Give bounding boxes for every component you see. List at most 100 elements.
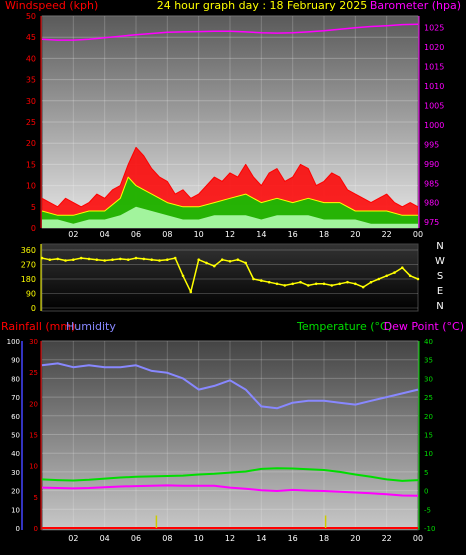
temp-tick-label: -10 [424, 525, 435, 533]
wind-direction-point [408, 274, 412, 278]
wind-x-tick-label: 16 [288, 230, 298, 239]
windspeed-axis-label: Windspeed (kph) [5, 0, 98, 12]
wind-direction-point [236, 258, 240, 262]
wind-direction-point [252, 277, 255, 281]
temp-tick-label: 10 [424, 450, 433, 458]
wind-tick-label: 50 [26, 12, 36, 21]
direction-tick-label: 270 [21, 261, 36, 270]
rain-tick-label: 15 [29, 432, 38, 440]
wind-tick-label: 35 [26, 76, 36, 85]
barometer-axis-label: Barometer (hpa) [370, 0, 461, 12]
baro-tick-label: 985 [424, 179, 439, 188]
rht-x-tick-label: 00 [413, 534, 423, 543]
wind-direction-point [346, 280, 349, 284]
direction-tick-label: 180 [21, 275, 36, 284]
temp-tick-label: 0 [424, 488, 428, 496]
humidity-tick-label: 60 [11, 413, 20, 421]
wind-x-tick-label: 14 [256, 230, 266, 239]
wind-direction-point [401, 266, 404, 270]
wind-direction-point [291, 282, 295, 286]
wind-direction-point [111, 258, 114, 262]
wind-tick-label: 10 [26, 182, 36, 191]
temp-tick-label: -5 [424, 506, 431, 514]
compass-label: N [436, 241, 443, 252]
weather-graphs: Windspeed (kph) 24 hour graph day : 18 F… [1, 0, 464, 543]
direction-axes: 0 90 180 270 360 [21, 244, 42, 313]
wind-direction-point [189, 290, 193, 294]
temp-tick-label: 40 [424, 338, 433, 346]
wind-direction-point [377, 277, 381, 281]
direction-tick-label: 360 [21, 246, 36, 255]
compass-label: E [437, 286, 443, 297]
wind-direction-point [158, 259, 161, 262]
rht-x-tick-label: 06 [131, 534, 141, 543]
compass-label: S [437, 271, 443, 282]
rht-x-tick-label: 08 [162, 534, 172, 543]
rain-tick-label: 20 [29, 400, 38, 408]
wind-direction-point [260, 279, 263, 282]
direction-plot-area [41, 243, 419, 312]
baro-tick-label: 975 [424, 218, 439, 227]
wind-x-tick-label: 02 [68, 230, 78, 239]
baro-tick-label: 1010 [424, 82, 444, 91]
wind-direction-point [220, 258, 224, 262]
rain-tick-label: 25 [29, 369, 38, 377]
wind-x-tick-label: 06 [131, 230, 141, 239]
compass-labels: NWSEN [435, 241, 445, 312]
humidity-tick-label: 100 [7, 338, 20, 346]
wind-direction-point [87, 257, 91, 261]
wind-direction-point [64, 259, 67, 262]
wind-tick-label: 5 [31, 203, 36, 212]
temp-tick-label: 35 [424, 357, 433, 365]
humidity-tick-label: 90 [11, 357, 20, 365]
baro-tick-label: 995 [424, 140, 439, 149]
humidity-tick-label: 0 [16, 525, 20, 533]
rain-tick-label: 10 [29, 463, 38, 471]
humidity-tick-label: 50 [11, 432, 20, 440]
wind-direction-point [369, 280, 373, 284]
wind-direction-point [79, 256, 83, 260]
humidity-tick-label: 70 [11, 394, 20, 402]
wind-x-tick-label: 10 [194, 230, 204, 239]
wind-direction-point [330, 284, 334, 287]
humidity-tick-label: 30 [11, 469, 20, 477]
wind-x-tick-label: 22 [382, 230, 392, 239]
rht-x-tick-label: 16 [288, 534, 298, 543]
baro-tick-label: 1025 [424, 24, 444, 33]
wind-direction-point [338, 282, 342, 286]
wind-direction-point [56, 257, 59, 261]
rht-x-tick-label: 22 [382, 534, 392, 543]
wind-tick-label: 20 [26, 139, 36, 148]
temp-tick-label: 5 [424, 469, 428, 477]
wind-direction-point [307, 284, 310, 287]
wind-direction-point [142, 257, 146, 261]
wind-direction-point [267, 280, 271, 284]
wind-direction-point [283, 284, 287, 287]
rht-x-tick-label: 12 [225, 534, 235, 543]
rht-x-tick-label: 10 [194, 534, 204, 543]
rht-x-tick-label: 14 [256, 534, 266, 543]
rain-tick-label: 30 [29, 338, 38, 346]
rainfall-axis-label: Rainfall (mm) [1, 320, 75, 333]
wind-direction-point [126, 258, 130, 262]
wind-tick-label: 40 [26, 54, 36, 63]
baro-tick-label: 980 [424, 199, 439, 208]
wind-direction-point [72, 258, 75, 262]
direction-tick-label: 90 [26, 290, 36, 299]
wind-tick-label: 25 [26, 118, 36, 127]
wind-direction-point [173, 256, 177, 260]
wind-direction-point [40, 256, 44, 260]
humidity-tick-label: 10 [11, 506, 20, 514]
baro-tick-label: 1005 [424, 101, 444, 110]
rht-x-tick-label: 18 [319, 534, 329, 543]
wind-x-tick-label: 12 [225, 230, 235, 239]
graph-title: 24 hour graph day : 18 February 2025 [157, 0, 368, 12]
wind-direction-point [48, 258, 52, 262]
humidity-tick-label: 40 [11, 450, 20, 458]
wind-direction-point [166, 258, 169, 262]
wind-direction-point [150, 258, 153, 262]
wind-direction-point [354, 282, 357, 286]
humidity-tick-label: 80 [11, 375, 20, 383]
baro-tick-label: 990 [424, 160, 439, 169]
wind-x-tick-label: 08 [162, 230, 172, 239]
